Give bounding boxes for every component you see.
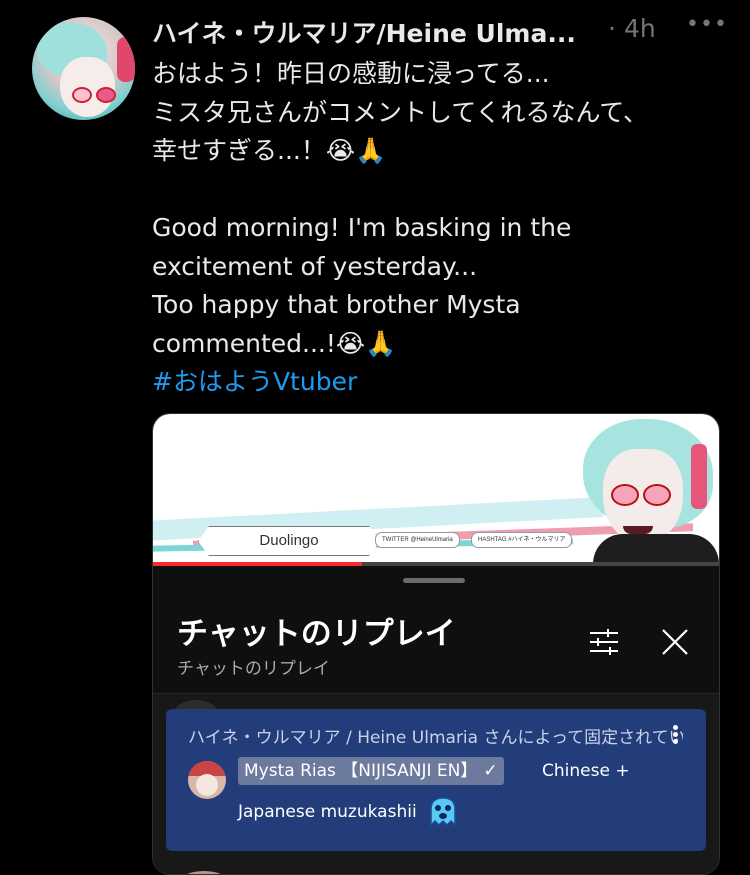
chat-subtitle[interactable]: チャットのリプレイ: [177, 654, 330, 679]
separator: ·: [608, 14, 616, 43]
author-name-chip[interactable]: Mysta Rias 【NIJISANJI EN】 ✓: [238, 757, 504, 785]
chat-title: チャットのリプレイ: [177, 616, 456, 652]
profile-avatar[interactable]: [32, 17, 135, 120]
hashtag-tag: HASHTAG #ハイネ・ウルマリア: [471, 532, 573, 548]
tweet-line: commented...!😭🙏: [152, 328, 397, 358]
tweet-line: ミスタ兄さんがコメントしてくれるなんて、: [152, 97, 649, 127]
twitter-tag: TWITTER @HeineUlmaria: [375, 532, 460, 548]
stream-banner: Duolingo TWITTER @HeineUlmaria HASHTAG #…: [153, 414, 719, 574]
drag-handle[interactable]: [403, 578, 465, 583]
timestamp[interactable]: 4h: [624, 14, 656, 43]
chat-replay-sheet: チャットのリプレイ チャットのリプレイ ハイネ・ウルマリア / Heine Ul…: [153, 566, 719, 874]
tweet-line: おはよう！昨日の感動に浸ってる...: [152, 59, 550, 88]
tweet-line: Good morning! I'm basking in the: [152, 213, 572, 242]
tweet-header: ハイネ・ウルマリア/Heine Ulma... · 4h •••: [152, 12, 727, 50]
filter-settings-icon[interactable]: [588, 626, 620, 658]
pinned-menu-icon[interactable]: [670, 723, 680, 749]
media-image[interactable]: Duolingo TWITTER @HeineUlmaria HASHTAG #…: [152, 413, 720, 875]
tweet-line: 幸せすぎる...！😭🙏: [152, 136, 387, 165]
display-name[interactable]: ハイネ・ウルマリア/Heine Ulma...: [152, 14, 576, 50]
author-name: Mysta Rias 【NIJISANJI EN】: [244, 761, 478, 781]
ghost-emote-icon: [430, 797, 456, 827]
character-illustration: [573, 414, 719, 574]
hashtag-link[interactable]: #おはようVtuber: [152, 363, 722, 402]
verified-icon: ✓: [483, 761, 498, 781]
message-text: Chinese +: [542, 761, 630, 781]
author-avatar[interactable]: [188, 761, 226, 799]
more-options-icon[interactable]: •••: [686, 12, 728, 37]
pinned-by-text: ハイネ・ウルマリア / Heine Ulmaria さんによって固定されています: [188, 728, 683, 748]
tweet-line: excitement of yesterday...: [152, 251, 478, 281]
message-text-cont: Japanese muzukashii: [238, 802, 417, 822]
duolingo-pill: Duolingo: [198, 526, 380, 556]
pinned-message[interactable]: ハイネ・ウルマリア / Heine Ulmaria さんによって固定されています…: [166, 709, 706, 851]
tweet-line: Too happy that brother Mysta: [152, 290, 521, 319]
close-icon[interactable]: [659, 626, 691, 658]
message-text-line2: Japanese muzukashii: [238, 795, 460, 829]
tweet-text: おはよう！昨日の感動に浸ってる... ミスタ兄さんがコメントしてくれるなんて、 …: [152, 55, 722, 402]
